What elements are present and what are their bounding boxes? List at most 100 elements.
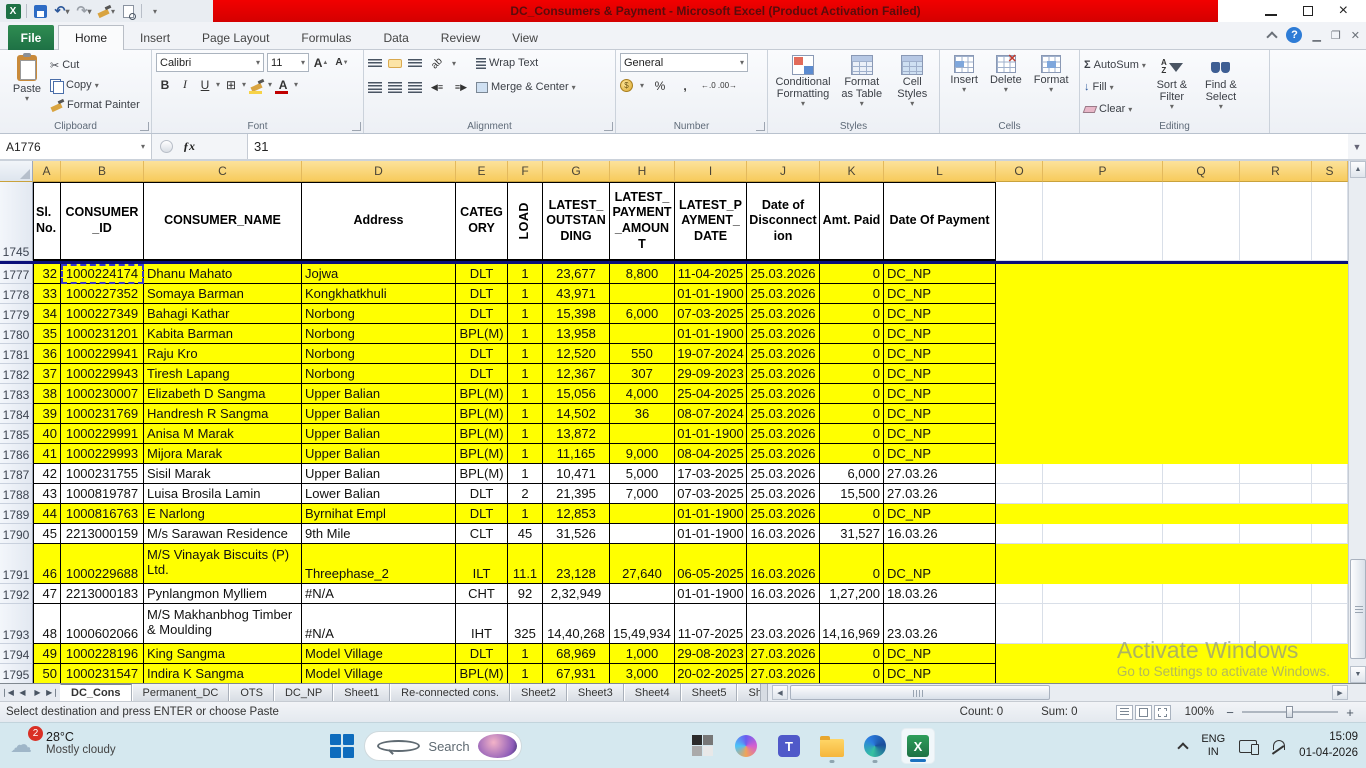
cell-F1781[interactable]: 1 bbox=[508, 344, 543, 364]
horizontal-scrollbar[interactable]: ◀ ▶ bbox=[770, 684, 1366, 701]
cell-J1786[interactable]: 25.03.2026 bbox=[747, 444, 820, 464]
cell-B1790[interactable]: 2213000159 bbox=[61, 524, 144, 544]
cell-G1778[interactable]: 43,971 bbox=[543, 284, 610, 304]
empty-cell[interactable] bbox=[1312, 464, 1348, 484]
column-header-L[interactable]: L bbox=[884, 161, 996, 182]
empty-cell[interactable] bbox=[1043, 304, 1163, 324]
column-header-P[interactable]: P bbox=[1043, 161, 1163, 182]
cell-D1777[interactable]: Jojwa bbox=[302, 264, 456, 284]
cell-K1794[interactable]: 0 bbox=[820, 644, 884, 664]
empty-cell[interactable] bbox=[1312, 524, 1348, 544]
cell-G1785[interactable]: 13,872 bbox=[543, 424, 610, 444]
alignment-dialog-launcher[interactable] bbox=[604, 122, 613, 131]
empty-cell[interactable] bbox=[1240, 284, 1312, 304]
decimal-icons[interactable]: ←.0 .00→ bbox=[701, 76, 737, 95]
scroll-down-icon[interactable]: ▼ bbox=[1350, 666, 1366, 683]
cell-A1795[interactable]: 50 bbox=[33, 664, 61, 683]
tray-chevron-icon[interactable] bbox=[1178, 742, 1189, 753]
cell-E1787[interactable]: BPL(M) bbox=[456, 464, 508, 484]
cell-C1779[interactable]: Bahagi Kathar bbox=[144, 304, 302, 324]
last-sheet-icon[interactable]: ▶❘ bbox=[45, 684, 60, 701]
cell-J1784[interactable]: 25.03.2026 bbox=[747, 404, 820, 424]
format-painter-button[interactable]: Format Painter bbox=[50, 95, 140, 115]
number-format-combo[interactable]: General▾ bbox=[620, 53, 748, 72]
empty-cell[interactable] bbox=[996, 484, 1043, 504]
cell-B1791[interactable]: 1000229688 bbox=[61, 544, 144, 584]
row-header-1784[interactable]: 1784 bbox=[0, 404, 33, 424]
workbook-restore-icon[interactable]: ❐ bbox=[1331, 29, 1341, 42]
empty-cell[interactable] bbox=[1312, 344, 1348, 364]
cell-A1791[interactable]: 46 bbox=[33, 544, 61, 584]
column-header-J[interactable]: J bbox=[747, 161, 820, 182]
cell-A1792[interactable]: 47 bbox=[33, 584, 61, 604]
cell-I1778[interactable]: 01-01-1900 bbox=[675, 284, 747, 304]
fill-color-icon[interactable] bbox=[248, 75, 266, 94]
cell-I1792[interactable]: 01-01-1900 bbox=[675, 584, 747, 604]
cell-G1777[interactable]: 23,677 bbox=[543, 264, 610, 284]
cell-F1777[interactable]: 1 bbox=[508, 264, 543, 284]
cell-L1793[interactable]: 23.03.26 bbox=[884, 604, 996, 644]
taskbar-app-teams[interactable]: T bbox=[772, 728, 806, 764]
sheet-tab-re-connected-cons-[interactable]: Re-connected cons. bbox=[390, 684, 510, 701]
workbook-close-icon[interactable]: ✕ bbox=[1351, 29, 1360, 42]
fx-icon[interactable]: ƒx bbox=[183, 139, 195, 154]
empty-cell[interactable] bbox=[1240, 324, 1312, 344]
empty-cell[interactable] bbox=[996, 524, 1043, 544]
cell-C1788[interactable]: Luisa Brosila Lamin bbox=[144, 484, 302, 504]
empty-cell[interactable] bbox=[1043, 444, 1163, 464]
page-layout-view-icon[interactable] bbox=[1135, 705, 1152, 720]
column-header-R[interactable]: R bbox=[1240, 161, 1312, 182]
cell-B1782[interactable]: 1000229943 bbox=[61, 364, 144, 384]
tab-review[interactable]: Review bbox=[425, 25, 496, 50]
empty-cell[interactable] bbox=[996, 584, 1043, 604]
cell-A1784[interactable]: 39 bbox=[33, 404, 61, 424]
cell-D1789[interactable]: Byrnihat Empl bbox=[302, 504, 456, 524]
cell-K1781[interactable]: 0 bbox=[820, 344, 884, 364]
tab-formulas[interactable]: Formulas bbox=[285, 25, 367, 50]
vertical-scrollbar[interactable]: ▲ ▼ bbox=[1348, 161, 1366, 683]
prev-sheet-icon[interactable]: ◀ bbox=[15, 684, 30, 701]
empty-cell[interactable] bbox=[996, 464, 1043, 484]
cell-I1794[interactable]: 29-08-2023 bbox=[675, 644, 747, 664]
cell-H1793[interactable]: 15,49,934 bbox=[610, 604, 675, 644]
cell-C1777[interactable]: Dhanu Mahato bbox=[144, 264, 302, 284]
cell-G1787[interactable]: 10,471 bbox=[543, 464, 610, 484]
taskbar-app-file-explorer[interactable] bbox=[815, 728, 849, 764]
cell-H1795[interactable]: 3,000 bbox=[610, 664, 675, 683]
cell-I1781[interactable]: 19-07-2024 bbox=[675, 344, 747, 364]
cell-K1779[interactable]: 0 bbox=[820, 304, 884, 324]
cell-C1783[interactable]: Elizabeth D Sangma bbox=[144, 384, 302, 404]
cell-C1790[interactable]: M/s Sarawan Residence bbox=[144, 524, 302, 544]
zoom-out-icon[interactable]: − bbox=[1224, 705, 1236, 720]
start-button[interactable] bbox=[330, 734, 354, 758]
empty-cell[interactable] bbox=[1240, 584, 1312, 604]
cell-K1784[interactable]: 0 bbox=[820, 404, 884, 424]
empty-cell[interactable] bbox=[1163, 284, 1240, 304]
sheet-tab-she[interactable]: She bbox=[737, 684, 760, 701]
cell-H1786[interactable]: 9,000 bbox=[610, 444, 675, 464]
align-top-icon[interactable] bbox=[368, 59, 382, 67]
row-header-1790[interactable]: 1790 bbox=[0, 524, 33, 544]
cell-J1791[interactable]: 16.03.2026 bbox=[747, 544, 820, 584]
cell-L1788[interactable]: 27.03.26 bbox=[884, 484, 996, 504]
empty-cell[interactable] bbox=[1163, 544, 1240, 584]
cell-A1777[interactable]: 32 bbox=[33, 264, 61, 284]
next-sheet-icon[interactable]: ▶ bbox=[30, 684, 45, 701]
format-as-table-button[interactable]: Format as Table▾ bbox=[836, 53, 887, 119]
header-cell-J1745[interactable]: Date of Disconnection bbox=[747, 182, 820, 261]
cell-H1787[interactable]: 5,000 bbox=[610, 464, 675, 484]
empty-cell[interactable] bbox=[1043, 364, 1163, 384]
empty-cell[interactable] bbox=[1312, 264, 1348, 284]
empty-cell[interactable] bbox=[1043, 644, 1163, 664]
cell-H1788[interactable]: 7,000 bbox=[610, 484, 675, 504]
cell-D1792[interactable]: #N/A bbox=[302, 584, 456, 604]
column-header-C[interactable]: C bbox=[144, 161, 302, 182]
header-cell-D1745[interactable]: Address bbox=[302, 182, 456, 261]
cell-L1783[interactable]: DC_NP bbox=[884, 384, 996, 404]
cell-C1781[interactable]: Raju Kro bbox=[144, 344, 302, 364]
cell-C1780[interactable]: Kabita Barman bbox=[144, 324, 302, 344]
cell-G1793[interactable]: 14,40,268 bbox=[543, 604, 610, 644]
empty-cell[interactable] bbox=[996, 364, 1043, 384]
column-header-B[interactable]: B bbox=[61, 161, 144, 182]
fill-button[interactable]: ↓Fill▾ bbox=[1084, 77, 1146, 97]
